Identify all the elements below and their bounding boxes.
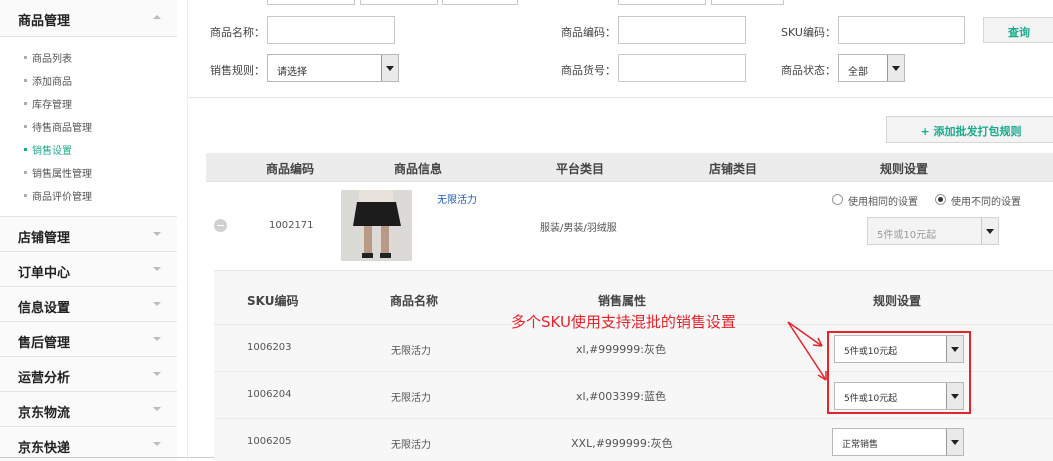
annotation-text: 多个SKU使用支持混批的销售设置 xyxy=(511,311,736,332)
sku-rule-value: 正常销售 xyxy=(842,440,879,450)
sidebar-group-product[interactable]: 商品管理 xyxy=(0,0,177,36)
sku-name: 无限活力 xyxy=(391,393,431,404)
sku-code: 1006205 xyxy=(247,436,292,447)
add-wholesale-rule-button[interactable]: + 添加批发打包规则 xyxy=(886,116,1053,143)
chevron-down-icon xyxy=(153,302,161,306)
sales-rule-select[interactable]: 请选择 xyxy=(267,54,399,82)
filter-partial-field[interactable] xyxy=(711,0,784,5)
col-header-code: 商品编码 xyxy=(266,162,315,176)
sidebar-group-label: 售后管理 xyxy=(18,336,71,351)
sidebar-group-label: 订单中心 xyxy=(18,266,71,281)
chevron-down-icon xyxy=(153,232,161,236)
radio-different-setting[interactable] xyxy=(935,194,946,205)
sidebar-group-express[interactable]: 京东快递 xyxy=(0,426,177,461)
product-code-input[interactable] xyxy=(618,16,746,44)
product-rule-value: 5件或10元起 xyxy=(877,230,937,241)
status-value: 全部 xyxy=(848,67,868,78)
sales-rule-value: 请选择 xyxy=(277,67,307,78)
sidebar-group-label: 信息设置 xyxy=(18,301,71,316)
product-name-link[interactable]: 无限活力 xyxy=(437,191,477,206)
sku-col-header-rule: 规则设置 xyxy=(873,294,922,308)
sales-rule-label: 销售规则： xyxy=(210,64,265,77)
collapse-icon[interactable] xyxy=(214,219,227,232)
sidebar-group-analytics[interactable]: 运营分析 xyxy=(0,356,177,391)
sku-code-label: SKU编码： xyxy=(781,26,836,39)
chevron-down-icon xyxy=(153,267,161,271)
status-label: 商品状态： xyxy=(781,64,836,77)
sidebar-item-reviews[interactable]: 商品评价管理 xyxy=(24,188,92,203)
dropdown-arrow-icon xyxy=(946,429,963,455)
dropdown-arrow-icon xyxy=(981,218,998,244)
sidebar-item-sales-settings[interactable]: 销售设置 xyxy=(24,142,72,157)
col-header-info: 商品信息 xyxy=(394,162,443,176)
sidebar-group-label: 商品管理 xyxy=(18,14,71,29)
sku-col-header-name: 商品名称 xyxy=(390,294,439,308)
sku-attr: xl,#003399:蓝色 xyxy=(576,390,666,403)
sidebar-group-aftersales[interactable]: 售后管理 xyxy=(0,321,177,356)
sidebar-item-sales-attributes[interactable]: 销售属性管理 xyxy=(24,165,92,180)
annotation-highlight-box xyxy=(827,331,971,414)
filter-partial-field[interactable] xyxy=(360,0,438,5)
sku-attr: xl,#999999:灰色 xyxy=(576,343,666,356)
filter-partial-field[interactable] xyxy=(267,0,355,5)
product-name-input[interactable] xyxy=(267,16,395,44)
product-name-label: 商品名称： xyxy=(210,26,265,39)
sidebar-group-store[interactable]: 店铺管理 xyxy=(0,216,177,251)
chevron-down-icon xyxy=(153,442,161,446)
radio-same-setting[interactable] xyxy=(832,194,843,205)
sidebar-group-label: 运营分析 xyxy=(18,371,71,386)
sku-rule-select[interactable]: 正常销售 xyxy=(832,428,964,456)
product-code: 1002171 xyxy=(269,220,314,231)
sidebar-group-label: 京东快递 xyxy=(18,441,71,456)
option-same-label: 使用相同的设置 xyxy=(848,197,918,208)
sidebar: 商品管理 商品列表 添加商品 库存管理 待售商品管理 销售设置 销售属性管理 商… xyxy=(0,0,177,461)
sku-name: 无限活力 xyxy=(391,346,431,357)
sidebar-group-label: 店铺管理 xyxy=(18,231,71,246)
col-header-platform-cat: 平台类目 xyxy=(556,162,605,176)
sidebar-item-pending[interactable]: 待售商品管理 xyxy=(24,119,92,134)
chevron-down-icon xyxy=(153,407,161,411)
sidebar-group-label: 京东物流 xyxy=(18,406,71,421)
chevron-down-icon xyxy=(153,372,161,376)
sku-code: 1006204 xyxy=(247,389,292,400)
article-no-label: 商品货号： xyxy=(561,64,616,77)
sidebar-item-inventory[interactable]: 库存管理 xyxy=(24,96,72,111)
dropdown-arrow-icon xyxy=(887,55,904,81)
status-select[interactable]: 全部 xyxy=(838,54,905,82)
query-button[interactable]: 查询 xyxy=(983,17,1053,43)
sku-name: 无限活力 xyxy=(391,440,431,451)
product-category: 服装/男装/羽绒服 xyxy=(540,223,617,234)
sku-col-header-attr: 销售属性 xyxy=(598,294,647,308)
sidebar-item-product-list[interactable]: 商品列表 xyxy=(24,50,72,65)
filter-partial-field[interactable] xyxy=(618,0,706,5)
col-header-rule: 规则设置 xyxy=(880,162,929,176)
chevron-up-icon xyxy=(153,15,161,19)
sku-code: 1006203 xyxy=(247,342,292,353)
sidebar-group-orders[interactable]: 订单中心 xyxy=(0,251,177,286)
dropdown-arrow-icon xyxy=(381,55,398,81)
chevron-down-icon xyxy=(153,337,161,341)
sidebar-item-add-product[interactable]: 添加商品 xyxy=(24,73,72,88)
product-code-label: 商品编码： xyxy=(561,26,616,39)
annotation-arrows xyxy=(787,321,827,381)
sidebar-group-logistics[interactable]: 京东物流 xyxy=(0,391,177,426)
product-rule-select-disabled: 5件或10元起 xyxy=(867,217,999,245)
option-diff-label: 使用不同的设置 xyxy=(951,197,1021,208)
sidebar-group-info[interactable]: 信息设置 xyxy=(0,286,177,321)
article-no-input[interactable] xyxy=(618,54,746,82)
sku-col-header-code: SKU编码 xyxy=(247,294,299,308)
sku-attr: XXL,#999999:灰色 xyxy=(571,437,673,450)
filter-partial-field[interactable] xyxy=(442,0,518,5)
col-header-store-cat: 店铺类目 xyxy=(709,162,758,176)
sku-code-input[interactable] xyxy=(838,16,965,44)
product-image xyxy=(341,190,412,261)
